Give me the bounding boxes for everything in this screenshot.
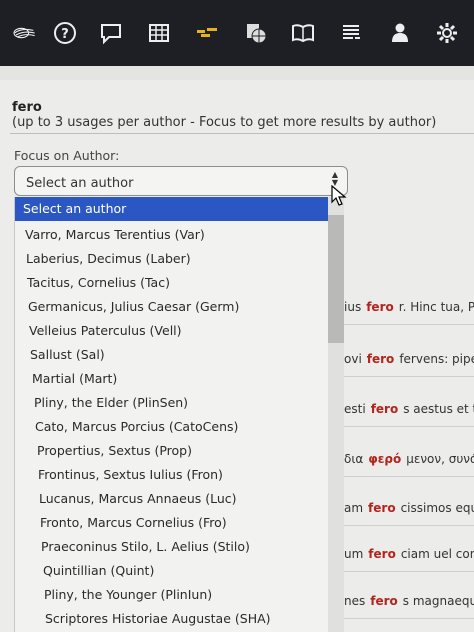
focus-label: Focus on Author: [14,148,120,163]
result-row: amfero cissimos eques [344,501,474,521]
author-option[interactable]: Propertius, Sextus (Prop) [15,439,331,463]
author-option[interactable]: Pliny, the Elder (PlinSen) [15,391,331,415]
help-icon[interactable]: ? [52,20,78,46]
result-keyword[interactable]: fero [371,402,399,416]
author-select-value: Select an author [26,176,134,191]
svg-text:?: ? [61,27,69,42]
author-option[interactable]: Varro, Marcus Terentius (Var) [15,223,331,247]
result-before: ius [344,300,362,314]
result-after: fervens: piper [399,352,474,366]
result-divider [344,525,474,526]
result-divider [344,571,474,572]
result-keyword[interactable]: fero [368,547,396,561]
mouse-cursor-icon [331,185,347,206]
gear-icon[interactable] [434,20,460,46]
author-option[interactable]: Select an author [15,197,331,221]
result-divider [344,476,474,477]
result-before: um [344,547,364,561]
author-option[interactable]: Scriptores Historiae Augustae (SHA) [15,607,331,631]
author-dropdown-list[interactable]: Select an author Varro, Marcus Terentius … [14,197,344,632]
query-subtitle: (up to 3 usages per author - Focus to ge… [12,115,437,130]
logo-icon[interactable] [6,20,42,46]
result-divider [344,324,474,325]
result-row: esti fero s aestus et tae [344,402,474,422]
result-keyword[interactable]: fero [370,594,398,608]
result-row: ius fero r. Hinc tua, Pi [344,300,474,320]
author-option[interactable]: Quintillian (Quint) [15,559,331,583]
user-icon[interactable] [387,20,413,46]
result-after: r. Hinc tua, Pi [398,300,474,314]
result-after: s aestus et tae [403,402,474,416]
result-row: ovifero fervens: piper [344,352,474,372]
list-icon[interactable] [338,20,364,46]
result-before: am [344,501,364,515]
table-icon[interactable] [146,20,172,46]
result-after: cissimos eques [400,501,474,515]
result-row: nesfero s magnaeque vi [344,594,474,614]
comment-icon[interactable] [98,20,124,46]
author-option[interactable]: Frontinus, Sextus Iulius (Fron) [15,463,331,487]
author-option[interactable]: Velleius Paterculus (Vell) [15,319,331,343]
author-option[interactable]: Sallust (Sal) [15,343,331,367]
dropdown-scroll-thumb[interactable] [328,215,344,343]
divider [10,133,474,134]
result-after: s magnaeque vi [402,594,474,608]
author-option[interactable]: Praeconinus Stilo, L. Aelius (Stilo) [15,535,331,559]
result-after: μενον, συνάδ [406,452,474,466]
globe-icon[interactable] [243,20,269,46]
author-option[interactable]: Tacitus, Cornelius (Tac) [15,271,331,295]
result-row: διαφερό μενον, συνάδ [344,452,474,472]
result-before: esti [344,402,366,416]
author-option[interactable]: Lucanus, Marcus Annaeus (Luc) [15,487,331,511]
author-option[interactable]: Pliny, the Younger (PlinIun) [15,583,331,607]
result-divider [344,376,474,377]
author-option[interactable]: Fronto, Marcus Cornelius (Fro) [15,511,331,535]
result-row: umfero ciam uel conter [344,547,474,567]
toolbar-shadow [0,66,474,80]
author-option[interactable]: Cato, Marcus Porcius (CatoCens) [15,415,331,439]
author-option[interactable]: Martial (Mart) [15,367,331,391]
result-before: nes [344,594,366,608]
author-option[interactable]: Germanicus, Julius Caesar (Germ) [15,295,331,319]
bars-icon[interactable] [194,20,220,46]
result-after: ciam uel conter [400,547,474,561]
result-before: δια [344,452,364,466]
result-divider [344,426,474,427]
top-toolbar: ? [0,0,474,66]
result-keyword[interactable]: φερό [368,452,401,466]
result-before: ovi [344,352,362,366]
query-word: fero [12,100,42,115]
result-keyword[interactable]: fero [367,352,395,366]
result-keyword[interactable]: fero [368,501,396,515]
book-icon[interactable] [290,20,316,46]
result-keyword[interactable]: fero [366,300,394,314]
author-option[interactable]: Laberius, Decimus (Laber) [15,247,331,271]
result-divider [344,618,474,619]
